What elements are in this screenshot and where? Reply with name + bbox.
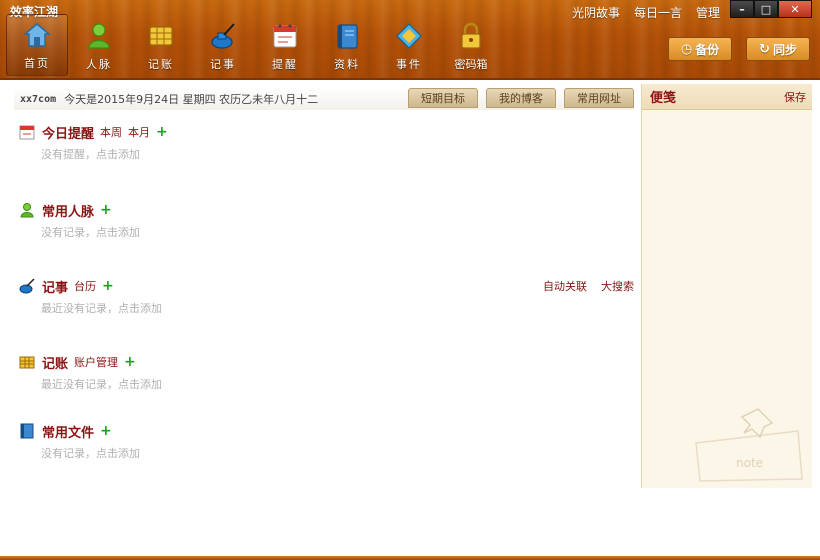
section-memo: 记事 台历 + 自动关联 大搜索 最近没有记录，点击添加 <box>18 276 634 316</box>
tab-short-term-goals[interactable]: 短期目标 <box>408 88 478 108</box>
section-title: 今日提醒 <box>42 126 95 142</box>
user-name: xx7com <box>20 93 57 105</box>
top-link-story[interactable]: 光阴故事 <box>572 4 620 21</box>
nav-documents[interactable]: 资料 <box>316 14 378 76</box>
reminder-empty-hint[interactable]: 没有提醒，点击添加 <box>41 146 634 162</box>
contacts-person-icon <box>18 201 36 219</box>
window-bottom-edge <box>0 556 820 560</box>
maximize-button[interactable]: □ <box>754 0 778 18</box>
add-account-plus-icon[interactable]: + <box>124 355 136 369</box>
nav-reminder-label: 提醒 <box>272 58 298 71</box>
calendar-icon <box>18 123 36 141</box>
minimize-button[interactable]: – <box>730 0 754 18</box>
nav-home[interactable]: 首页 <box>6 14 68 76</box>
sync-label: 同步 <box>772 42 797 57</box>
nav-reminder[interactable]: 提醒 <box>254 14 316 76</box>
lock-icon <box>455 20 487 52</box>
date-text: 今天是2015年9月24日 星期四 农历乙未年八月十二 <box>64 93 319 106</box>
diamond-icon <box>393 20 425 52</box>
section-reminders: 今日提醒 本周 本月 + 没有提醒，点击添加 <box>18 122 634 162</box>
sticky-notes-title: 便笺 <box>650 91 677 106</box>
refresh-icon: ↻ <box>759 41 770 57</box>
close-button[interactable]: ✕ <box>778 0 812 18</box>
info-bar: xx7com 今天是2015年9月24日 星期四 农历乙未年八月十二 短期目标 … <box>14 88 634 110</box>
sync-button[interactable]: ↻ 同步 <box>746 37 810 61</box>
main-nav: 首页 人脉 记账 记事 提醒 资料 事件 密码箱 <box>6 14 502 76</box>
top-link-daily-quote[interactable]: 每日一言 <box>634 4 682 21</box>
nav-password-vault[interactable]: 密码箱 <box>440 14 502 76</box>
book-icon <box>331 20 363 52</box>
link-account-manage[interactable]: 账户管理 <box>74 354 118 370</box>
clock-icon: ◷ <box>680 41 693 57</box>
nav-ledger-label: 记账 <box>148 58 174 71</box>
section-contacts: 常用人脉 + 没有记录，点击添加 <box>18 200 634 240</box>
section-title: 记事 <box>42 280 69 296</box>
add-reminder-plus-icon[interactable]: + <box>156 125 168 139</box>
tab-favorite-sites[interactable]: 常用网址 <box>564 88 634 108</box>
pinned-note-icon: note <box>688 403 808 486</box>
section-title: 记账 <box>42 356 69 372</box>
tab-my-blog[interactable]: 我的博客 <box>486 88 556 108</box>
book-icon <box>18 422 36 440</box>
window-right-edge <box>812 82 820 560</box>
toolbar: 效率江湖 光阴故事 每日一言 管理 – □ ✕ 首页 人脉 记账 记事 提醒 资… <box>0 0 820 80</box>
ink-bottle-icon <box>207 20 239 52</box>
backup-label: 备份 <box>695 42 720 57</box>
ink-bottle-icon <box>18 277 36 295</box>
nav-contacts-label: 人脉 <box>86 58 112 71</box>
section-title: 常用文件 <box>42 425 95 441</box>
nav-contacts[interactable]: 人脉 <box>68 14 130 76</box>
nav-ledger[interactable]: 记账 <box>130 14 192 76</box>
nav-memo-label: 记事 <box>210 58 236 71</box>
sticky-notes-save-button[interactable]: 保存 <box>784 89 806 105</box>
sticky-notes-header: 便笺 保存 <box>642 84 812 110</box>
memo-empty-hint[interactable]: 最近没有记录，点击添加 <box>41 300 634 316</box>
memo-right-links: 自动关联 大搜索 <box>543 278 634 294</box>
ledger-icon <box>145 20 177 52</box>
section-title: 常用人脉 <box>42 204 95 220</box>
nav-events[interactable]: 事件 <box>378 14 440 76</box>
link-this-month[interactable]: 本月 <box>128 124 150 140</box>
link-big-search[interactable]: 大搜索 <box>601 278 634 294</box>
main-content: xx7com 今天是2015年9月24日 星期四 农历乙未年八月十二 短期目标 … <box>0 82 640 558</box>
add-file-plus-icon[interactable]: + <box>100 424 112 438</box>
section-files: 常用文件 + 没有记录，点击添加 <box>18 421 634 461</box>
top-link-manage[interactable]: 管理 <box>696 4 720 21</box>
home-icon <box>21 19 53 51</box>
add-memo-plus-icon[interactable]: + <box>102 279 114 293</box>
accounts-empty-hint[interactable]: 最近没有记录，点击添加 <box>41 376 634 392</box>
top-links: 光阴故事 每日一言 管理 <box>572 4 720 21</box>
sticky-notes-panel: 便笺 保存 note <box>641 84 812 488</box>
contacts-person-icon <box>83 20 115 52</box>
tab-buttons: 短期目标 我的博客 常用网址 <box>408 88 634 108</box>
nav-memo[interactable]: 记事 <box>192 14 254 76</box>
nav-documents-label: 资料 <box>334 58 360 71</box>
ledger-icon <box>18 353 36 371</box>
nav-password-vault-label: 密码箱 <box>454 58 488 71</box>
section-accounts: 记账 账户管理 + 最近没有记录，点击添加 <box>18 352 634 392</box>
sync-buttons: ◷ 备份 ↻ 同步 <box>668 37 810 61</box>
calendar-icon <box>269 20 301 52</box>
add-contact-plus-icon[interactable]: + <box>100 203 112 217</box>
link-this-week[interactable]: 本周 <box>100 124 122 140</box>
backup-button[interactable]: ◷ 备份 <box>668 37 732 61</box>
window-controls: – □ ✕ <box>730 0 812 18</box>
link-desk-calendar[interactable]: 台历 <box>74 278 96 294</box>
link-auto-associate[interactable]: 自动关联 <box>543 278 587 294</box>
files-empty-hint[interactable]: 没有记录，点击添加 <box>41 445 634 461</box>
nav-events-label: 事件 <box>396 58 422 71</box>
nav-home-label: 首页 <box>24 57 50 70</box>
contacts-empty-hint[interactable]: 没有记录，点击添加 <box>41 224 634 240</box>
svg-text:note: note <box>736 456 763 470</box>
